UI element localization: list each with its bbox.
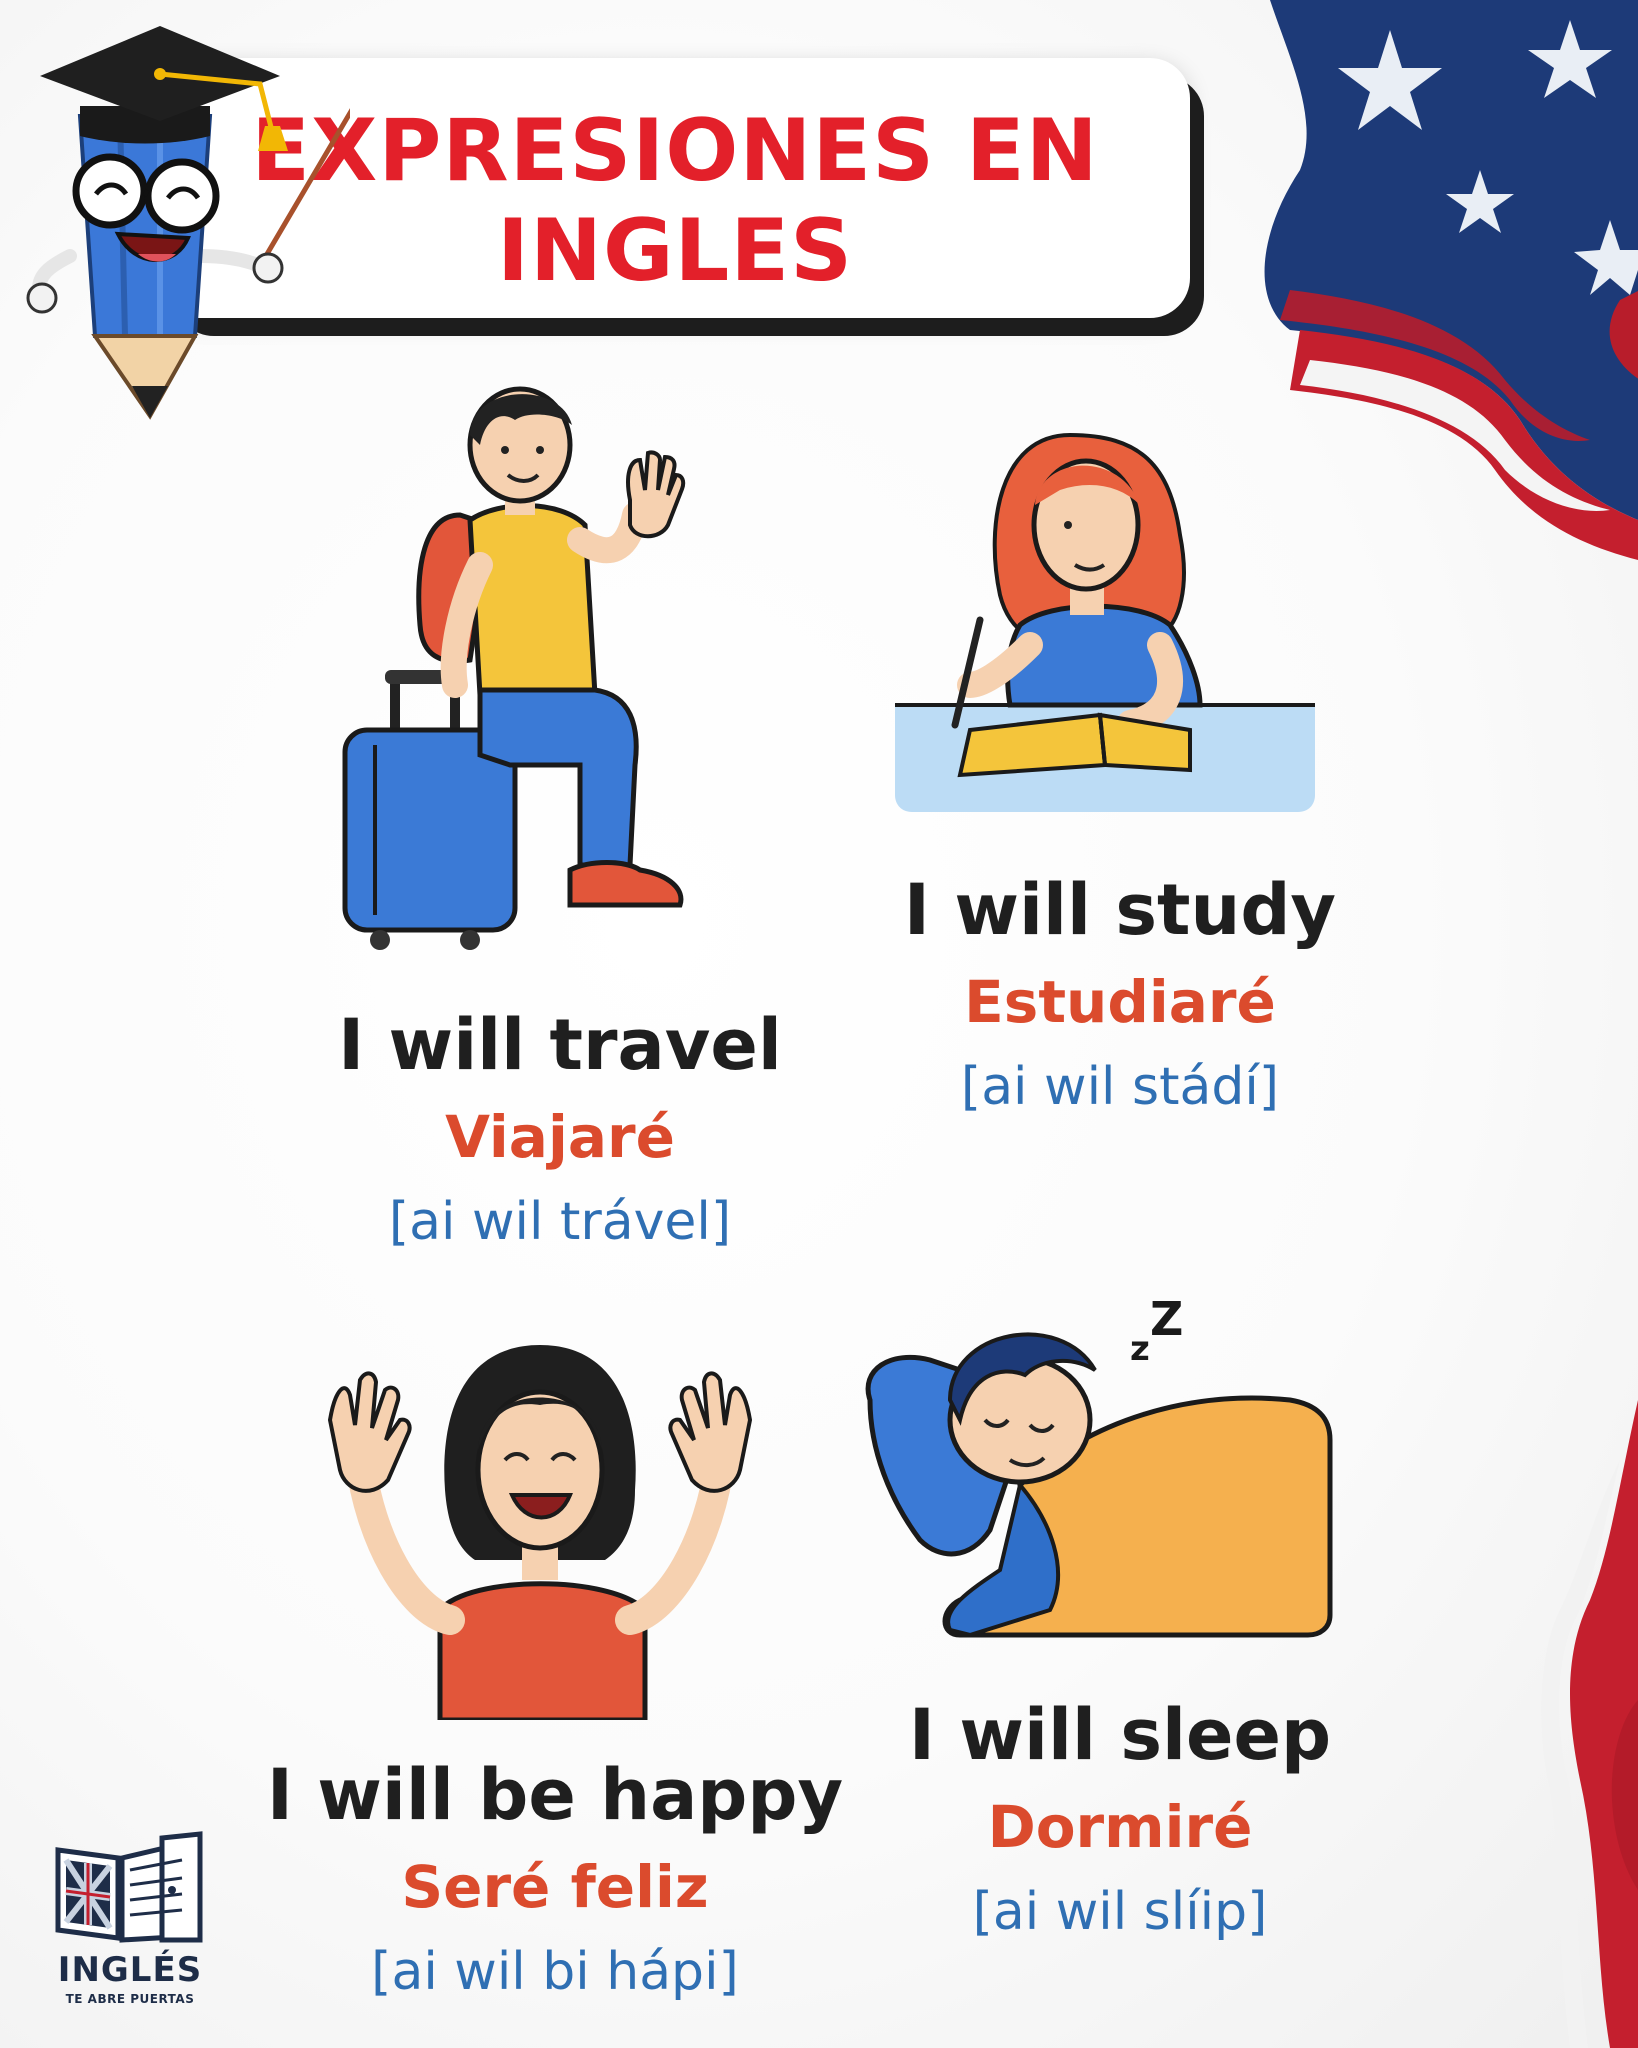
- pronunciation: [ai wil slíip]: [972, 1882, 1268, 1942]
- pronunciation: [ai wil trável]: [388, 1192, 732, 1252]
- pronunciation: [ai wil bi hápi]: [371, 1942, 739, 2002]
- spanish-translation: Dormiré: [987, 1793, 1253, 1861]
- brand-logo: INGLÉS TE ABRE PUERTAS: [50, 1830, 210, 2030]
- pronunciation: [ai wil stádí]: [960, 1057, 1280, 1117]
- card-study: I will study Estudiaré [ai wil stádí]: [860, 875, 1380, 1113]
- english-phrase: I will study: [903, 869, 1337, 951]
- english-phrase: I will sleep: [908, 1694, 1332, 1776]
- spanish-translation: Viajaré: [445, 1103, 675, 1171]
- traveler-icon: [342, 386, 686, 950]
- spanish-translation: Seré feliz: [401, 1853, 709, 1921]
- poster: EXPRESIONES EN INGLES z Z I will travel …: [0, 0, 1638, 2048]
- student-icon: [895, 432, 1315, 812]
- book-door-icon: [55, 1831, 203, 1943]
- card-happy: I will be happy Seré feliz [ai wil bi há…: [255, 1760, 855, 1998]
- spanish-translation: Estudiaré: [964, 968, 1276, 1036]
- svg-text:Z: Z: [1150, 1292, 1183, 1346]
- us-flag-edge-decoration: [1541, 1400, 1638, 2048]
- logo-name: INGLÉS: [57, 1950, 203, 1990]
- logo-tagline: TE ABRE PUERTAS: [65, 1992, 195, 2006]
- happy-person-icon: [327, 1345, 753, 1720]
- card-travel: I will travel Viajaré [ai wil trável]: [300, 1010, 820, 1248]
- card-sleep: I will sleep Dormiré [ai wil slíip]: [860, 1700, 1380, 1938]
- english-phrase: I will travel: [338, 1004, 782, 1086]
- svg-text:z: z: [1130, 1329, 1150, 1369]
- sleeping-person-icon: z Z: [865, 1292, 1333, 1638]
- pencil-mascot-icon: [26, 26, 350, 420]
- english-phrase: I will be happy: [266, 1754, 844, 1836]
